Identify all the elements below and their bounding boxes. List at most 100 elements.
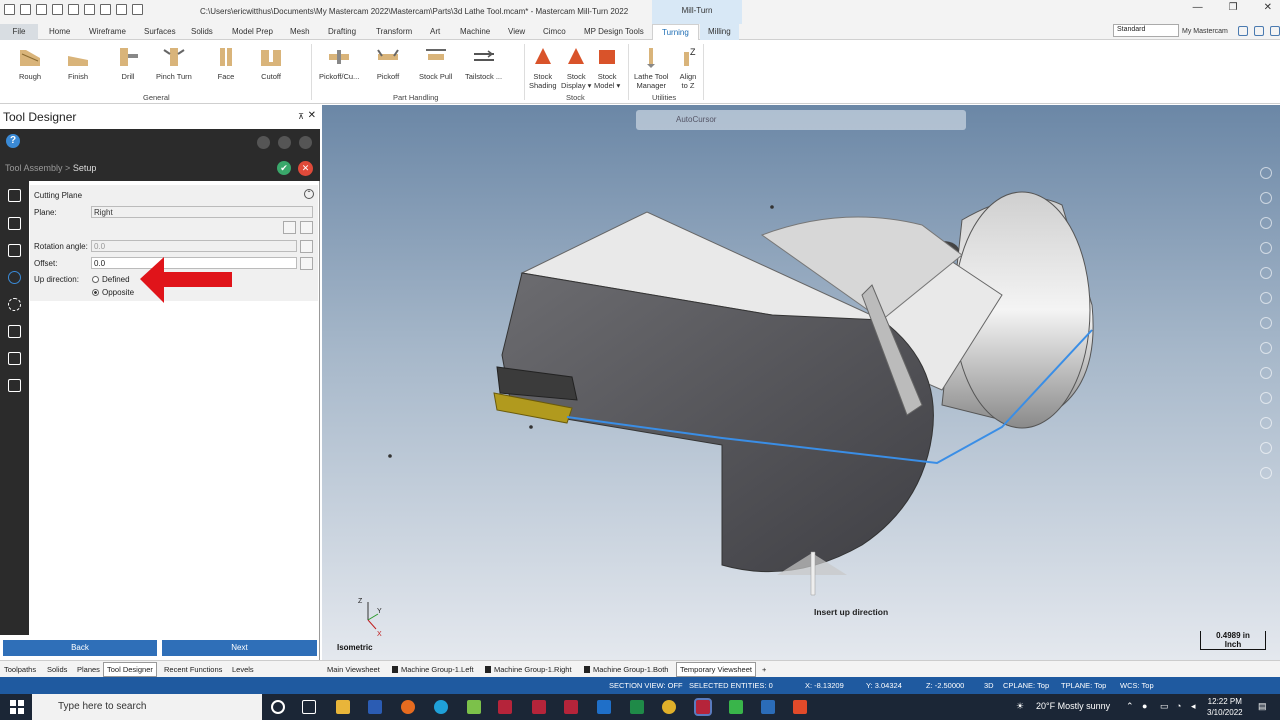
insert-icon[interactable] <box>8 189 21 202</box>
tray-chevron-icon[interactable]: ⌃ <box>1126 701 1134 712</box>
tab-milling[interactable]: Milling <box>700 24 739 40</box>
cancel-button[interactable]: ✕ <box>298 161 313 176</box>
viewsheet-left[interactable]: Machine Group-1.Left <box>392 665 474 674</box>
tab-transform[interactable]: Transform <box>376 27 412 36</box>
open-icon[interactable] <box>36 4 47 15</box>
camtasia-icon[interactable] <box>729 700 743 714</box>
add-viewsheet-button[interactable]: + <box>762 665 766 674</box>
align-to-z-button[interactable]: Z Align to Z <box>676 46 700 90</box>
firefox-icon[interactable] <box>401 700 415 714</box>
viewsheet-right[interactable]: Machine Group-1.Right <box>485 665 572 674</box>
help-icon[interactable] <box>1254 26 1264 36</box>
tab-model-prep[interactable]: Model Prep <box>232 27 273 36</box>
breadcrumb-parent[interactable]: Tool Assembly <box>5 163 63 173</box>
outlook-icon[interactable] <box>597 700 611 714</box>
stock-view-icon[interactable] <box>8 298 21 311</box>
taskbar-clock[interactable]: 12:22 PM 3/10/2022 <box>1207 696 1243 718</box>
assembly-icon[interactable] <box>8 244 21 257</box>
holder-icon[interactable] <box>8 217 21 230</box>
file-explorer-icon[interactable] <box>336 700 350 714</box>
parameters-icon[interactable] <box>8 352 21 365</box>
viewsheet-main[interactable]: Main Viewsheet <box>327 665 380 674</box>
print-preview-icon[interactable] <box>84 4 95 15</box>
microphone-icon[interactable]: ● <box>1142 701 1147 711</box>
rotation-field[interactable]: 0.0 <box>91 240 297 252</box>
help-icon[interactable]: ? <box>6 134 20 148</box>
plane-field[interactable]: Right <box>91 206 313 218</box>
cplane-status[interactable]: CPLANE: Top <box>1003 681 1049 690</box>
dimension-icon[interactable] <box>8 325 21 338</box>
collapse-icon[interactable]: ⌃ <box>304 189 314 199</box>
stock-pull-button[interactable]: Stock Pull <box>419 46 452 81</box>
close-panel-icon[interactable]: ✕ <box>308 110 316 121</box>
setup-gear-icon[interactable] <box>8 271 21 284</box>
stock-display-button[interactable]: Stock Display ▾ <box>561 46 591 90</box>
select-plane-icon[interactable] <box>283 221 296 234</box>
taskbar-search[interactable]: Type here to search <box>32 694 262 720</box>
word-icon[interactable] <box>368 700 382 714</box>
rotation-select-icon[interactable] <box>300 240 313 253</box>
ok-button[interactable]: ✔ <box>277 161 291 175</box>
lathe-tool-manager-button[interactable]: Lathe Tool Manager <box>634 46 668 90</box>
tab-levels[interactable]: Levels <box>232 665 254 674</box>
defined-radio[interactable]: Defined <box>92 275 130 284</box>
rough-button[interactable]: Rough <box>18 46 42 81</box>
mastercam-2021-icon[interactable] <box>532 700 546 714</box>
notifications-icon[interactable]: ▤ <box>1258 701 1267 712</box>
windows-start-icon[interactable] <box>10 700 24 714</box>
tab-file[interactable]: File <box>0 24 38 40</box>
pinch-turn-button[interactable]: Pinch Turn <box>156 46 192 81</box>
offset-select-icon[interactable] <box>300 257 313 270</box>
opposite-radio[interactable]: Opposite <box>92 288 134 297</box>
tab-art[interactable]: Art <box>430 27 440 36</box>
finish-button[interactable]: Finish <box>66 46 90 81</box>
weather-text[interactable]: 20°F Mostly sunny <box>1036 701 1110 711</box>
my-mastercam-label[interactable]: My Mastercam <box>1182 28 1228 35</box>
chrome-icon[interactable] <box>662 700 676 714</box>
tab-mp-design-tools[interactable]: MP Design Tools <box>584 27 644 36</box>
recorder-icon[interactable] <box>793 700 807 714</box>
minimize-icon[interactable]: — <box>1193 2 1203 13</box>
tab-tool-designer[interactable]: Tool Designer <box>103 662 157 677</box>
section-view-status[interactable]: SECTION VIEW: OFF <box>609 681 683 690</box>
cortana-icon[interactable] <box>271 700 285 714</box>
volume-icon[interactable]: ◂ <box>1191 701 1196 712</box>
tailstock-button[interactable]: Tailstock ... <box>465 46 502 81</box>
pickoff-cutoff-button[interactable]: Pickoff/Cu... <box>319 46 359 81</box>
drill-button[interactable]: Drill <box>116 46 140 81</box>
summary-icon[interactable] <box>8 379 21 392</box>
graphics-viewport[interactable]: AutoCursor Z Y X Insert up direction Iso… <box>322 105 1280 660</box>
collapse-ribbon-icon[interactable] <box>1270 26 1280 36</box>
tab-view[interactable]: View <box>508 27 525 36</box>
tab-recent-functions[interactable]: Recent Functions <box>164 665 222 674</box>
wcs-status[interactable]: WCS: Top <box>1120 681 1154 690</box>
pin-icon[interactable]: ⊼ <box>298 112 304 121</box>
tplane-status[interactable]: TPLANE: Top <box>1061 681 1106 690</box>
print-icon[interactable] <box>68 4 79 15</box>
tab-solids[interactable]: Solids <box>191 27 213 36</box>
folder-icon[interactable] <box>100 4 111 15</box>
viewsheet-temporary[interactable]: Temporary Viewsheet <box>676 662 756 677</box>
back-button[interactable]: Back <box>3 640 157 656</box>
mastercam-2020-icon[interactable] <box>498 700 512 714</box>
remote-desktop-icon[interactable] <box>761 700 775 714</box>
plane-manager-icon[interactable] <box>300 221 313 234</box>
excel-icon[interactable] <box>630 700 644 714</box>
wifi-icon[interactable]: ◔ <box>1176 701 1181 711</box>
task-view-icon[interactable] <box>302 700 316 714</box>
undo-icon[interactable] <box>116 4 127 15</box>
workspace-select[interactable]: Standard <box>1113 24 1179 37</box>
edge-icon[interactable] <box>434 700 448 714</box>
next-button[interactable]: Next <box>162 640 317 656</box>
tab-turning[interactable]: Turning <box>652 24 699 41</box>
viewsheet-both[interactable]: Machine Group-1.Both <box>584 665 668 674</box>
tab-solids-manager[interactable]: Solids <box>47 665 67 674</box>
tab-mesh[interactable]: Mesh <box>290 27 310 36</box>
tab-machine[interactable]: Machine <box>460 27 490 36</box>
tab-drafting[interactable]: Drafting <box>328 27 356 36</box>
mastercam-active-icon[interactable] <box>694 698 712 716</box>
maximize-icon[interactable]: ❐ <box>1229 2 1238 13</box>
feedback-icon[interactable] <box>1238 26 1248 36</box>
tab-planes[interactable]: Planes <box>77 665 100 674</box>
tab-home[interactable]: Home <box>49 27 70 36</box>
